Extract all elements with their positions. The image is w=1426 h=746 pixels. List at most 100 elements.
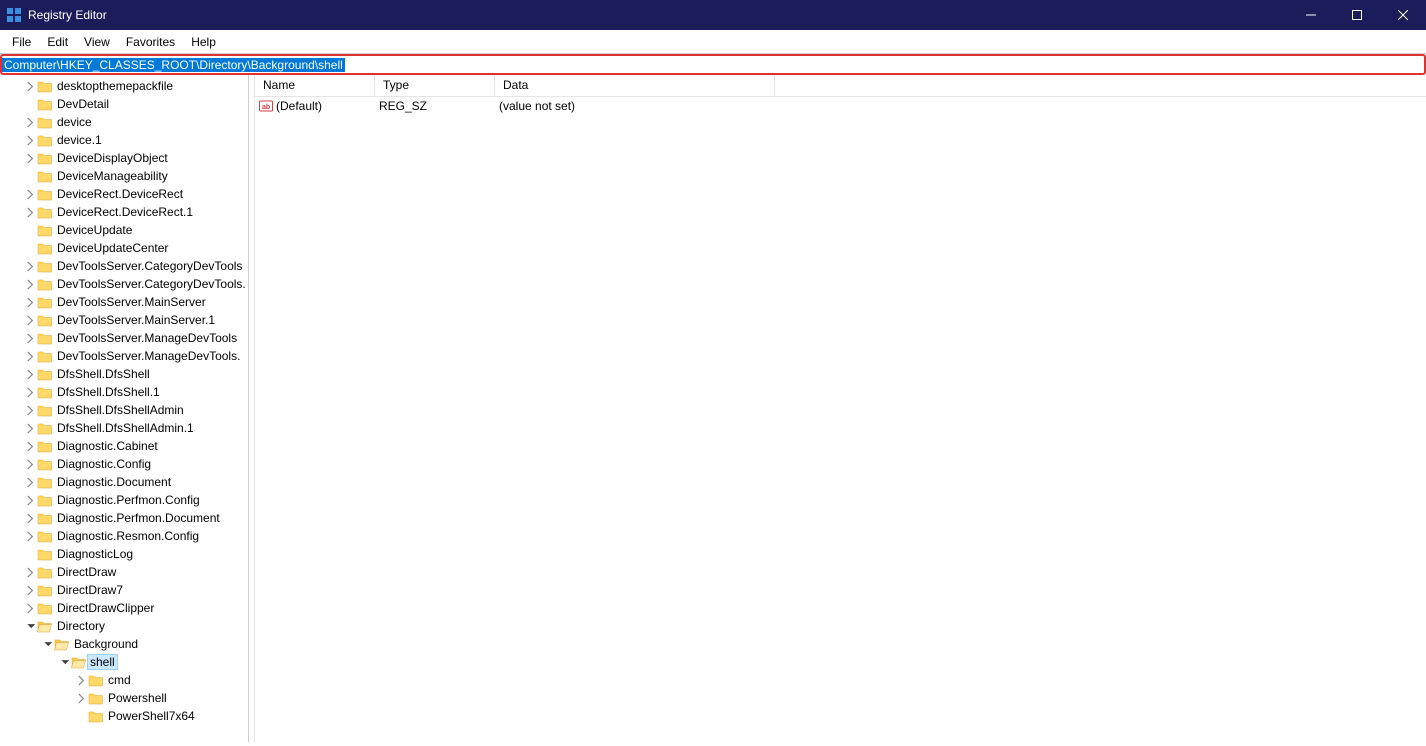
tree-item[interactable]: DevToolsServer.CategoryDevTools bbox=[0, 257, 248, 275]
minimize-button[interactable] bbox=[1288, 0, 1334, 30]
folder-icon bbox=[37, 529, 53, 543]
expand-arrow-icon[interactable] bbox=[23, 601, 37, 615]
column-header-type[interactable]: Type bbox=[375, 75, 495, 96]
tree-item-label: DevToolsServer.CategoryDevTools bbox=[56, 259, 243, 273]
expand-arrow-icon[interactable] bbox=[23, 439, 37, 453]
tree-item-label: device bbox=[56, 115, 93, 129]
tree-item[interactable]: Diagnostic.Config bbox=[0, 455, 248, 473]
expand-arrow-icon[interactable] bbox=[23, 79, 37, 93]
tree-item[interactable]: DirectDraw bbox=[0, 563, 248, 581]
expand-arrow-icon[interactable] bbox=[23, 403, 37, 417]
tree-item[interactable]: device.1 bbox=[0, 131, 248, 149]
tree-item[interactable]: DfsShell.DfsShellAdmin.1 bbox=[0, 419, 248, 437]
expand-arrow-icon[interactable] bbox=[23, 493, 37, 507]
folder-icon bbox=[37, 169, 53, 183]
expand-arrow-icon[interactable] bbox=[23, 583, 37, 597]
expand-arrow-icon[interactable] bbox=[23, 331, 37, 345]
tree-item[interactable]: DevToolsServer.MainServer bbox=[0, 293, 248, 311]
expand-arrow-icon[interactable] bbox=[23, 295, 37, 309]
tree-item[interactable]: DeviceDisplayObject bbox=[0, 149, 248, 167]
tree-item[interactable]: DevToolsServer.ManageDevTools. bbox=[0, 347, 248, 365]
tree-item[interactable]: DfsShell.DfsShell bbox=[0, 365, 248, 383]
folder-icon bbox=[37, 187, 53, 201]
expand-arrow-icon[interactable] bbox=[23, 205, 37, 219]
value-row[interactable]: (Default)REG_SZ(value not set) bbox=[255, 97, 1426, 115]
tree-item[interactable]: Diagnostic.Cabinet bbox=[0, 437, 248, 455]
tree-item[interactable]: DirectDraw7 bbox=[0, 581, 248, 599]
tree-item-label: cmd bbox=[107, 673, 132, 687]
tree-item[interactable]: DfsShell.DfsShell.1 bbox=[0, 383, 248, 401]
tree-item[interactable]: cmd bbox=[0, 671, 248, 689]
folder-icon bbox=[37, 241, 53, 255]
tree-item-label: DfsShell.DfsShellAdmin.1 bbox=[56, 421, 195, 435]
tree-item[interactable]: DfsShell.DfsShellAdmin bbox=[0, 401, 248, 419]
tree-item[interactable]: DevDetail bbox=[0, 95, 248, 113]
tree-item[interactable]: DeviceUpdateCenter bbox=[0, 239, 248, 257]
tree-item[interactable]: PowerShell7x64 bbox=[0, 707, 248, 725]
expand-arrow-icon[interactable] bbox=[23, 313, 37, 327]
menu-view[interactable]: View bbox=[76, 33, 118, 51]
collapse-arrow-icon[interactable] bbox=[23, 619, 37, 633]
menu-edit[interactable]: Edit bbox=[39, 33, 76, 51]
close-button[interactable] bbox=[1380, 0, 1426, 30]
tree-item[interactable]: DeviceRect.DeviceRect bbox=[0, 185, 248, 203]
expand-arrow-icon[interactable] bbox=[23, 385, 37, 399]
folder-icon bbox=[37, 133, 53, 147]
tree-item[interactable]: DirectDrawClipper bbox=[0, 599, 248, 617]
tree-item[interactable]: Diagnostic.Perfmon.Document bbox=[0, 509, 248, 527]
tree-item[interactable]: DiagnosticLog bbox=[0, 545, 248, 563]
expand-arrow-icon bbox=[23, 547, 37, 561]
tree-item[interactable]: Diagnostic.Perfmon.Config bbox=[0, 491, 248, 509]
folder-icon bbox=[37, 151, 53, 165]
expand-arrow-icon[interactable] bbox=[23, 133, 37, 147]
expand-arrow-icon[interactable] bbox=[23, 115, 37, 129]
expand-arrow-icon[interactable] bbox=[23, 259, 37, 273]
tree-item[interactable]: Background bbox=[0, 635, 248, 653]
maximize-button[interactable] bbox=[1334, 0, 1380, 30]
menu-help[interactable]: Help bbox=[183, 33, 224, 51]
expand-arrow-icon[interactable] bbox=[23, 457, 37, 471]
tree-item[interactable]: DevToolsServer.CategoryDevTools. bbox=[0, 275, 248, 293]
menu-favorites[interactable]: Favorites bbox=[118, 33, 183, 51]
tree-item-label: DiagnosticLog bbox=[56, 547, 134, 561]
tree-item-label: Diagnostic.Resmon.Config bbox=[56, 529, 200, 543]
expand-arrow-icon[interactable] bbox=[23, 421, 37, 435]
collapse-arrow-icon[interactable] bbox=[40, 637, 54, 651]
collapse-arrow-icon[interactable] bbox=[57, 655, 71, 669]
tree-item[interactable]: shell bbox=[0, 653, 248, 671]
expand-arrow-icon[interactable] bbox=[23, 565, 37, 579]
folder-icon bbox=[37, 511, 53, 525]
tree-item[interactable]: Powershell bbox=[0, 689, 248, 707]
column-header-name[interactable]: Name bbox=[255, 75, 375, 96]
tree-item-label: DevToolsServer.ManageDevTools bbox=[56, 331, 238, 345]
tree-item-label: DeviceRect.DeviceRect.1 bbox=[56, 205, 194, 219]
folder-icon bbox=[37, 259, 53, 273]
tree-item[interactable]: desktopthemepackfile bbox=[0, 77, 248, 95]
expand-arrow-icon[interactable] bbox=[23, 349, 37, 363]
expand-arrow-icon[interactable] bbox=[23, 475, 37, 489]
tree-item[interactable]: DeviceManageability bbox=[0, 167, 248, 185]
address-bar[interactable]: Computer\HKEY_CLASSES_ROOT\Directory\Bac… bbox=[0, 54, 1426, 75]
tree-panel[interactable]: desktopthemepackfileDevDetail device devic… bbox=[0, 75, 249, 742]
tree-item[interactable]: DevToolsServer.ManageDevTools bbox=[0, 329, 248, 347]
tree-item[interactable]: DeviceRect.DeviceRect.1 bbox=[0, 203, 248, 221]
expand-arrow-icon[interactable] bbox=[23, 151, 37, 165]
values-body[interactable]: (Default)REG_SZ(value not set) bbox=[255, 97, 1426, 742]
expand-arrow-icon[interactable] bbox=[74, 673, 88, 687]
expand-arrow-icon[interactable] bbox=[74, 691, 88, 705]
tree-item[interactable]: device bbox=[0, 113, 248, 131]
column-header-data[interactable]: Data bbox=[495, 75, 775, 96]
tree-item[interactable]: DevToolsServer.MainServer.1 bbox=[0, 311, 248, 329]
expand-arrow-icon[interactable] bbox=[23, 187, 37, 201]
tree-item[interactable]: Directory bbox=[0, 617, 248, 635]
menu-file[interactable]: File bbox=[4, 33, 39, 51]
expand-arrow-icon[interactable] bbox=[23, 277, 37, 291]
tree-item[interactable]: DeviceUpdate bbox=[0, 221, 248, 239]
address-path[interactable]: Computer\HKEY_CLASSES_ROOT\Directory\Bac… bbox=[2, 58, 345, 72]
expand-arrow-icon[interactable] bbox=[23, 367, 37, 381]
tree-item-label: device.1 bbox=[56, 133, 103, 147]
tree-item[interactable]: Diagnostic.Resmon.Config bbox=[0, 527, 248, 545]
expand-arrow-icon[interactable] bbox=[23, 511, 37, 525]
expand-arrow-icon[interactable] bbox=[23, 529, 37, 543]
tree-item[interactable]: Diagnostic.Document bbox=[0, 473, 248, 491]
